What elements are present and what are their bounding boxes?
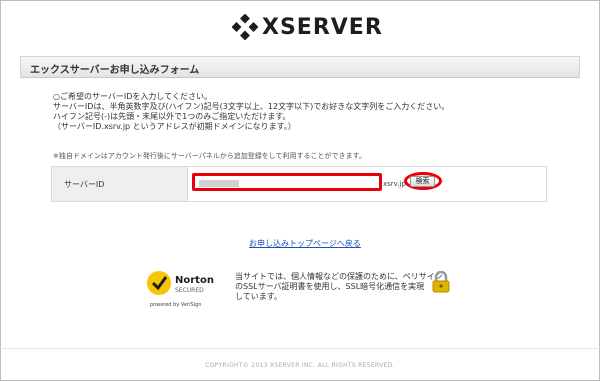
domain-suffix: xsrv.jp [383,180,406,188]
norton-brand-text: Norton [175,275,214,286]
xserver-logo[interactable]: XSERVER [232,13,383,41]
xserver-diamond-icon [232,14,258,40]
instruction-line-3: ハイフン記号(-)は先頭・末尾以外で1つのみご指定いただけます。 [53,112,291,121]
server-id-input[interactable] [192,173,382,191]
instruction-line-2: サーバーIDは、半角英数字及び(ハイフン)記号(3文字以上、12文字以下)でお好… [53,102,450,111]
norton-powered-text: powered by VeriSign [150,302,201,308]
copyright-footer: COPYRIGHT© 2013 XSERVER INC. ALL RIGHTS … [205,362,395,369]
domain-note: ※独自ドメインはアカウント発行後にサーバーパネルから追加登録をして利用することが… [53,152,366,160]
instruction-line-1: ○ご希望のサーバーIDを入力してください。 [53,92,212,101]
logo-text: XSERVER [262,14,383,40]
server-id-label: サーバーID [64,180,105,189]
norton-secured-badge[interactable]: Norton SECURED powered by VeriSign [145,265,220,310]
padlock-icon [432,271,450,293]
back-to-top-link[interactable]: お申し込みトップページへ戻る [249,238,361,249]
instruction-line-4: （サーバーID.xsrv.jp というアドレスが初期ドメインになります。） [53,122,296,131]
norton-secured-text: SECURED [175,287,204,294]
footer-divider [0,348,600,349]
server-id-label-cell: サーバーID [52,167,188,201]
form-title-bar: エックスサーバーお申し込みフォーム [20,56,580,78]
search-button[interactable]: 検索 [410,176,435,187]
server-id-value-mask [199,180,239,187]
form-title: エックスサーバーお申し込みフォーム [30,65,200,76]
norton-check-circle-icon [147,271,171,295]
